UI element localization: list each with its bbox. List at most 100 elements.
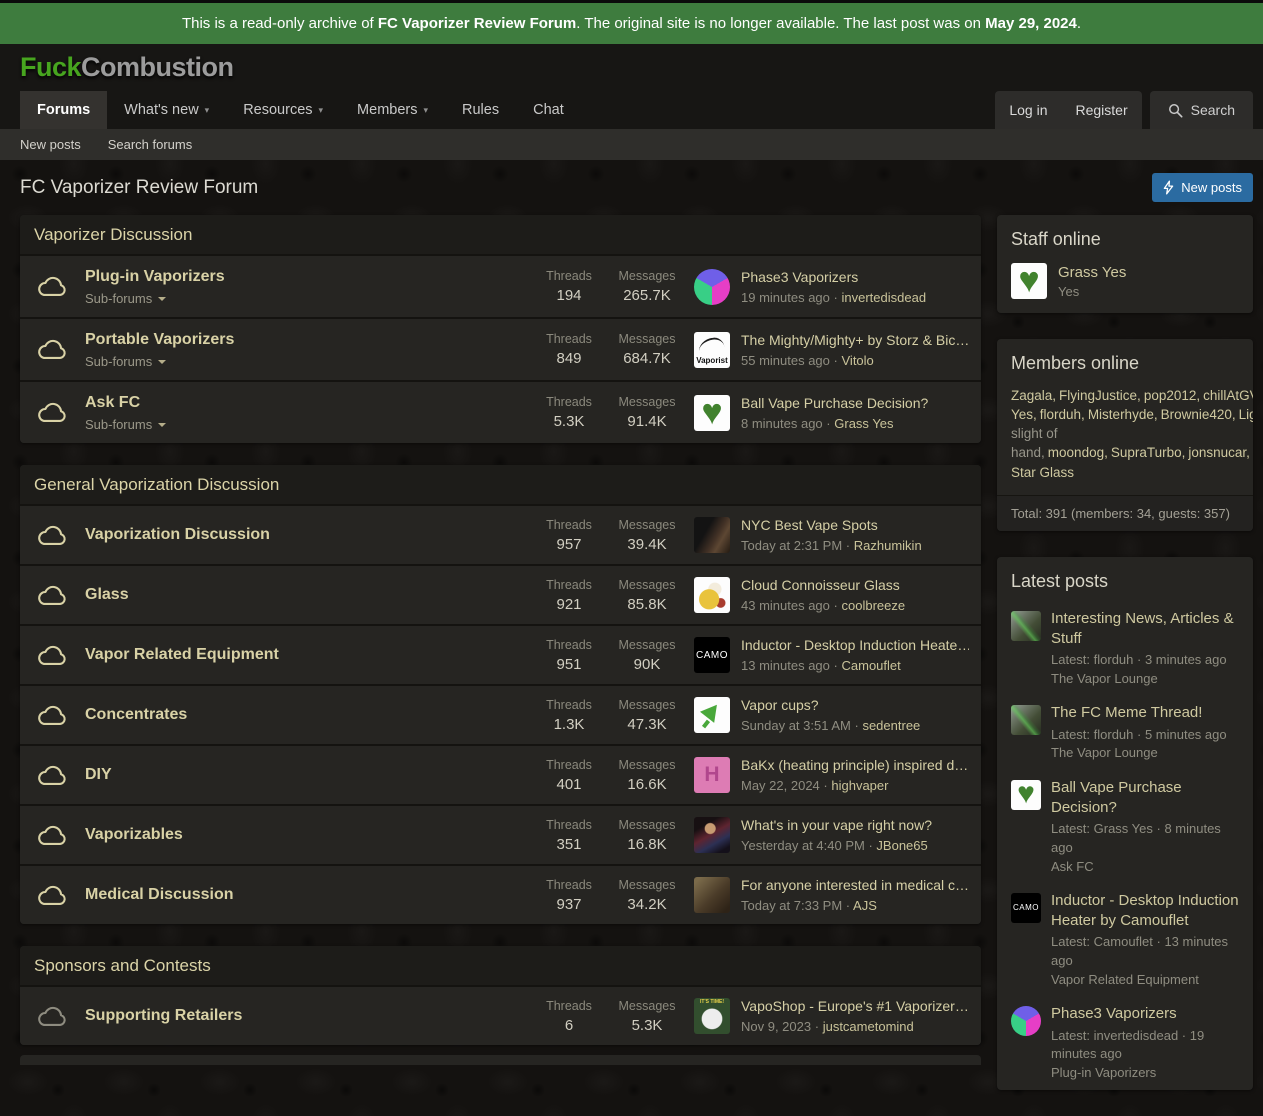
avatar[interactable] — [694, 269, 730, 305]
forum-title-link[interactable]: Medical Discussion — [85, 885, 522, 905]
latest-time-link[interactable]: Nov 9, 2023 — [741, 1019, 811, 1034]
latest-time-link[interactable]: 19 minutes ago — [741, 290, 830, 305]
latest-user-link[interactable]: invertedisdead — [842, 290, 927, 305]
latest-time-link[interactable]: Today at 7:33 PM — [741, 898, 842, 913]
member-link[interactable]: chillAtGVC, — [1203, 388, 1253, 403]
avatar[interactable] — [694, 517, 730, 553]
subforums-toggle[interactable]: Sub-forums — [85, 417, 522, 432]
latest-user-link[interactable]: AJS — [853, 898, 877, 913]
latest-thread-link[interactable]: Ball Vape Purchase Decision? — [1051, 778, 1239, 819]
category-title[interactable]: Vaporizer Discussion — [34, 225, 192, 244]
forum-title-link[interactable]: Supporting Retailers — [85, 1006, 522, 1026]
forum-title-link[interactable]: Portable Vaporizers — [85, 330, 522, 350]
latest-user-link[interactable]: Camouflet — [842, 658, 901, 673]
avatar[interactable]: ♥ — [1011, 263, 1047, 299]
member-link[interactable]: florduh, — [1040, 407, 1085, 422]
latest-post-forum[interactable]: Vapor Related Equipment — [1051, 971, 1239, 989]
avatar[interactable] — [694, 877, 730, 913]
latest-user-link[interactable]: Vitolo — [842, 353, 874, 368]
avatar[interactable] — [1011, 705, 1041, 735]
avatar[interactable] — [1011, 1006, 1041, 1036]
avatar[interactable] — [694, 577, 730, 613]
forum-title-link[interactable]: DIY — [85, 765, 522, 785]
latest-thread-link[interactable]: The Mighty/Mighty+ by Storz & Bic… — [741, 332, 969, 349]
latest-thread-link[interactable]: VapoShop - Europe's #1 Vaporizer… — [741, 998, 969, 1015]
nav-tab[interactable]: Members ▾ — [340, 91, 445, 129]
latest-user-link[interactable]: sedentree — [862, 718, 920, 733]
latest-thread-link[interactable]: Phase3 Vaporizers — [741, 269, 969, 286]
member-link[interactable]: pop2012, — [1144, 388, 1200, 403]
avatar[interactable]: Vaporist — [694, 332, 730, 368]
latest-post-forum[interactable]: The Vapor Lounge — [1051, 744, 1239, 762]
nav-tab[interactable]: Forums — [20, 91, 107, 129]
avatar[interactable]: IT'S TIME! — [694, 998, 730, 1034]
nav-tab[interactable]: Rules — [445, 91, 516, 129]
member-link[interactable]: moondog, — [1048, 445, 1108, 460]
latest-post-forum[interactable]: The Vapor Lounge — [1051, 670, 1239, 688]
latest-user-link[interactable]: Grass Yes — [834, 416, 893, 431]
subforums-toggle[interactable]: Sub-forums — [85, 354, 522, 369]
latest-time-link[interactable]: Sunday at 3:51 AM — [741, 718, 851, 733]
latest-time-link[interactable]: Yesterday at 4:40 PM — [741, 838, 865, 853]
latest-user-link[interactable]: JBone65 — [876, 838, 927, 853]
latest-user-link[interactable]: coolbreeze — [842, 598, 906, 613]
latest-thread-link[interactable]: For anyone interested in medical c… — [741, 877, 969, 894]
latest-thread-link[interactable]: Phase3 Vaporizers — [1051, 1004, 1239, 1024]
latest-thread-link[interactable]: The FC Meme Thread! — [1051, 703, 1239, 723]
latest-time-link[interactable]: 55 minutes ago — [741, 353, 830, 368]
member-link[interactable]: Lighthanded, — [1239, 407, 1253, 422]
latest-user-link[interactable]: highvaper — [831, 778, 888, 793]
avatar[interactable]: ♥ — [694, 395, 730, 431]
latest-thread-link[interactable]: What's in your vape right now? — [741, 817, 969, 834]
latest-thread-link[interactable]: Inductor - Desktop Induction Heate… — [741, 637, 969, 654]
latest-user-link[interactable]: justcametomind — [823, 1019, 914, 1034]
forum-title-link[interactable]: Concentrates — [85, 705, 522, 725]
category-title[interactable]: Sponsors and Contests — [34, 956, 211, 975]
latest-thread-link[interactable]: Cloud Connoisseur Glass — [741, 577, 969, 594]
avatar[interactable]: H — [694, 757, 730, 793]
avatar[interactable]: CAMO — [694, 637, 730, 673]
staff-username-link[interactable]: Grass Yes — [1058, 264, 1126, 281]
search-button[interactable]: Search — [1150, 91, 1253, 129]
member-link[interactable]: jonsnucar, — [1188, 445, 1250, 460]
member-link[interactable]: SupraTurbo, — [1111, 445, 1186, 460]
avatar[interactable]: ♥ — [1011, 780, 1041, 810]
forum-title-link[interactable]: Ask FC — [85, 393, 522, 413]
member-link[interactable]: Misterhyde, — [1088, 407, 1158, 422]
forum-title-link[interactable]: Glass — [85, 585, 522, 605]
member-link[interactable]: Zagala, — [1011, 388, 1056, 403]
forum-title-link[interactable]: Vaporizables — [85, 825, 522, 845]
site-logo[interactable]: FuckCombustion — [20, 52, 234, 83]
category-title[interactable]: General Vaporization Discussion — [34, 475, 279, 494]
new-posts-button[interactable]: New posts — [1152, 173, 1253, 202]
latest-time-link[interactable]: Today at 2:31 PM — [741, 538, 842, 553]
subnav-link[interactable]: New posts — [20, 137, 81, 152]
latest-thread-link[interactable]: BaKx (heating principle) inspired d… — [741, 757, 969, 774]
latest-time-link[interactable]: 13 minutes ago — [741, 658, 830, 673]
avatar[interactable]: CAMO — [1011, 893, 1041, 923]
latest-time-link[interactable]: 8 minutes ago — [741, 416, 823, 431]
nav-tab[interactable]: Resources ▾ — [226, 91, 340, 129]
subforums-toggle[interactable]: Sub-forums — [85, 291, 522, 306]
avatar[interactable] — [694, 697, 730, 733]
avatar[interactable] — [1011, 611, 1041, 641]
member-link[interactable]: FlyingJustice, — [1059, 388, 1141, 403]
log-in-link[interactable]: Log in — [995, 91, 1061, 129]
latest-thread-link[interactable]: Interesting News, Articles & Stuff — [1051, 609, 1239, 650]
latest-time-link[interactable]: May 22, 2024 — [741, 778, 820, 793]
latest-thread-link[interactable]: Vapor cups? — [741, 697, 969, 714]
latest-thread-link[interactable]: Ball Vape Purchase Decision? — [741, 395, 969, 412]
nav-tab[interactable]: What's new ▾ — [107, 91, 226, 129]
nav-tab[interactable]: Chat — [516, 91, 581, 129]
avatar[interactable] — [694, 817, 730, 853]
forum-title-link[interactable]: Plug-in Vaporizers — [85, 267, 522, 287]
latest-thread-link[interactable]: Inductor - Desktop Induction Heater by C… — [1051, 891, 1239, 932]
latest-time-link[interactable]: 43 minutes ago — [741, 598, 830, 613]
register-link[interactable]: Register — [1062, 91, 1142, 129]
latest-post-forum[interactable]: Ask FC — [1051, 858, 1239, 876]
member-link[interactable]: Brownie420, — [1161, 407, 1236, 422]
latest-user-link[interactable]: Razhumikin — [854, 538, 922, 553]
subnav-link[interactable]: Search forums — [108, 137, 193, 152]
latest-thread-link[interactable]: NYC Best Vape Spots — [741, 517, 969, 534]
forum-title-link[interactable]: Vaporization Discussion — [85, 525, 522, 545]
